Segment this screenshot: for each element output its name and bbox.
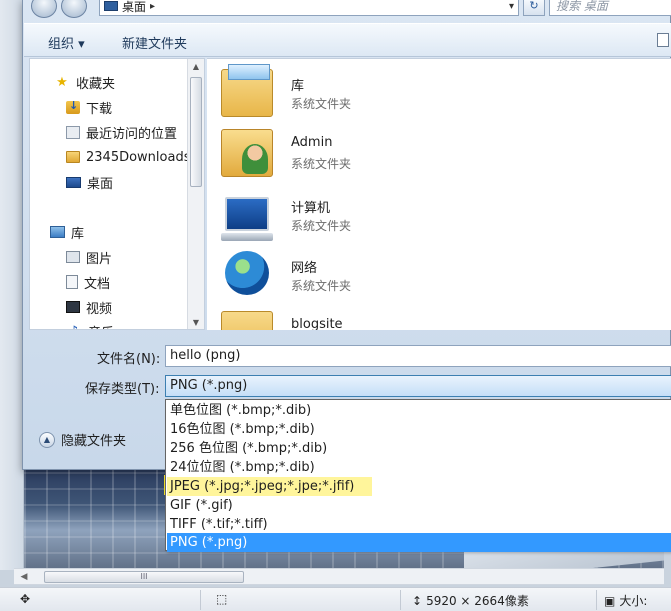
nav-favorites-label: 收藏夹: [76, 76, 116, 92]
file-size-label: 大小:: [619, 594, 648, 608]
hide-folders-button[interactable]: ▲ 隐藏文件夹: [39, 430, 126, 449]
computer-icon: [221, 197, 273, 241]
selection-icon: ⬚: [216, 592, 228, 606]
folder-icon: [66, 151, 80, 163]
chevron-up-icon: ▲: [39, 431, 55, 448]
libraries-icon: [50, 226, 65, 238]
list-item[interactable]: 网络 系统文件夹: [221, 249, 521, 307]
list-item[interactable]: blogsite: [221, 309, 521, 330]
filetype-option-jpeg[interactable]: JPEG (*.jpg;*.jpeg;*.jpe;*.jfif): [167, 477, 372, 496]
nav-item-label: 音乐: [88, 322, 114, 330]
filetype-option[interactable]: GIF (*.gif): [167, 496, 671, 515]
view-options-icon[interactable]: [657, 33, 669, 47]
address-dropdown-icon[interactable]: ▾: [509, 1, 514, 12]
address-box[interactable]: 桌面 ▸ ▾: [99, 0, 519, 16]
nav-item-2345downloads[interactable]: 2345Downloads: [66, 146, 190, 168]
favorites-star-icon: ★: [56, 74, 68, 90]
nav-libraries-label: 库: [71, 226, 85, 242]
list-item[interactable]: 计算机 系统文件夹: [221, 189, 521, 247]
download-folder-icon: [66, 99, 80, 114]
library-folder-icon: [221, 64, 273, 117]
address-location: 桌面: [122, 0, 147, 14]
filetype-option[interactable]: 16色位图 (*.bmp;*.dib): [167, 420, 671, 439]
back-button[interactable]: [31, 0, 57, 18]
filetype-option[interactable]: 24位位图 (*.bmp;*.dib): [167, 458, 671, 477]
nav-item-videos[interactable]: 视频: [66, 296, 112, 318]
organize-button[interactable]: 组织 ▾: [48, 33, 85, 52]
nav-libraries[interactable]: 库: [50, 221, 84, 243]
image-dimensions: 5920 × 2664像素: [426, 594, 529, 608]
scroll-thumb[interactable]: III: [44, 571, 244, 583]
pictures-icon: [66, 251, 80, 263]
documents-icon: [66, 275, 78, 289]
file-type: 系统文件夹: [291, 157, 352, 171]
nav-item-label: 下载: [86, 101, 113, 117]
recent-places-icon: [66, 125, 80, 139]
disk-icon: ▣: [604, 593, 616, 608]
file-name: Admin: [291, 135, 333, 150]
nav-scrollbar[interactable]: ▲ ▼: [187, 59, 204, 329]
list-item[interactable]: Admin 系统文件夹: [221, 127, 521, 185]
nav-item-label: 文档: [84, 276, 111, 292]
dialog-toolbar: 组织 ▾ 新建文件夹: [24, 23, 671, 57]
nav-item-label: 桌面: [87, 176, 114, 192]
nav-item-recent[interactable]: 最近访问的位置: [66, 121, 177, 143]
search-input[interactable]: 搜索 桌面: [549, 0, 671, 16]
filetype-option[interactable]: 单色位图 (*.bmp;*.dib): [167, 401, 671, 420]
filetype-option[interactable]: 256 色位图 (*.bmp;*.dib): [167, 439, 671, 458]
list-item[interactable]: 库 系统文件夹: [221, 64, 521, 125]
scroll-left-arrow-icon[interactable]: ◀: [16, 570, 32, 584]
filetype-select[interactable]: PNG (*.png): [165, 375, 671, 397]
canvas-horizontal-scrollbar[interactable]: ◀ III: [14, 568, 664, 585]
nav-item-desktop[interactable]: 桌面: [66, 171, 113, 193]
save-as-dialog: 桌面 ▸ ▾ ↻ 搜索 桌面 组织 ▾ 新建文件夹 ★ 收藏夹 下载 最近访问的…: [22, 0, 671, 552]
scroll-down-arrow-icon[interactable]: ▼: [188, 315, 204, 329]
file-name: 计算机: [291, 201, 331, 216]
file-name: 网络: [291, 261, 318, 276]
nav-scroll-thumb[interactable]: [190, 77, 202, 187]
folder-icon: [221, 311, 273, 330]
filetype-label: 保存类型(T):: [85, 382, 160, 397]
refresh-button[interactable]: ↻: [523, 0, 545, 16]
filename-field[interactable]: hello (png): [165, 345, 671, 367]
filetype-option-selected[interactable]: PNG (*.png): [167, 533, 671, 552]
nav-item-music[interactable]: ♪ 音乐: [66, 320, 114, 330]
music-icon: ♪: [66, 323, 82, 330]
nav-item-label: 视频: [86, 301, 113, 317]
breadcrumb-arrow-icon[interactable]: ▸: [150, 1, 155, 12]
new-folder-button[interactable]: 新建文件夹: [122, 33, 187, 52]
image-size-icon: ↕: [412, 593, 423, 608]
editor-left-panel: [0, 0, 24, 570]
file-type: 系统文件夹: [291, 97, 352, 111]
filetype-option[interactable]: TIFF (*.tif;*.tiff): [167, 515, 671, 534]
status-bar: ✥ ⬚ ↕ 5920 × 2664像素 ▣ 大小:: [0, 587, 671, 611]
nav-item-documents[interactable]: 文档: [66, 271, 110, 293]
file-type: 系统文件夹: [291, 279, 352, 293]
network-icon: [225, 251, 269, 295]
desktop-location-icon: [104, 1, 118, 11]
nav-item-label: 最近访问的位置: [86, 126, 178, 142]
hide-folders-label: 隐藏文件夹: [61, 434, 127, 449]
desktop-icon: [66, 176, 81, 188]
nav-item-label: 2345Downloads: [86, 149, 191, 165]
filetype-dropdown-list: 单色位图 (*.bmp;*.dib) 16色位图 (*.bmp;*.dib) 2…: [165, 399, 671, 552]
address-bar: 桌面 ▸ ▾ ↻ 搜索 桌面: [29, 0, 671, 18]
scroll-up-arrow-icon[interactable]: ▲: [188, 59, 204, 75]
nav-item-pictures[interactable]: 图片: [66, 246, 112, 268]
file-list: 库 系统文件夹 Admin 系统文件夹 计算机 系统文件夹 网络 系统文件夹 b…: [207, 58, 671, 330]
file-name: blogsite: [291, 317, 343, 330]
user-folder-icon: [221, 129, 273, 177]
forward-button[interactable]: [61, 0, 87, 18]
navigation-pane: ★ 收藏夹 下载 最近访问的位置 2345Downloads 桌面 库 图片: [29, 58, 205, 330]
filename-label: 文件名(N):: [97, 352, 161, 367]
move-cursor-icon: ✥: [20, 592, 31, 606]
file-type: 系统文件夹: [291, 219, 352, 233]
nav-favorites[interactable]: ★ 收藏夹: [54, 71, 115, 93]
nav-item-label: 图片: [86, 251, 113, 267]
nav-item-downloads[interactable]: 下载: [66, 96, 112, 118]
videos-icon: [66, 301, 80, 313]
file-name: 库: [291, 79, 305, 94]
